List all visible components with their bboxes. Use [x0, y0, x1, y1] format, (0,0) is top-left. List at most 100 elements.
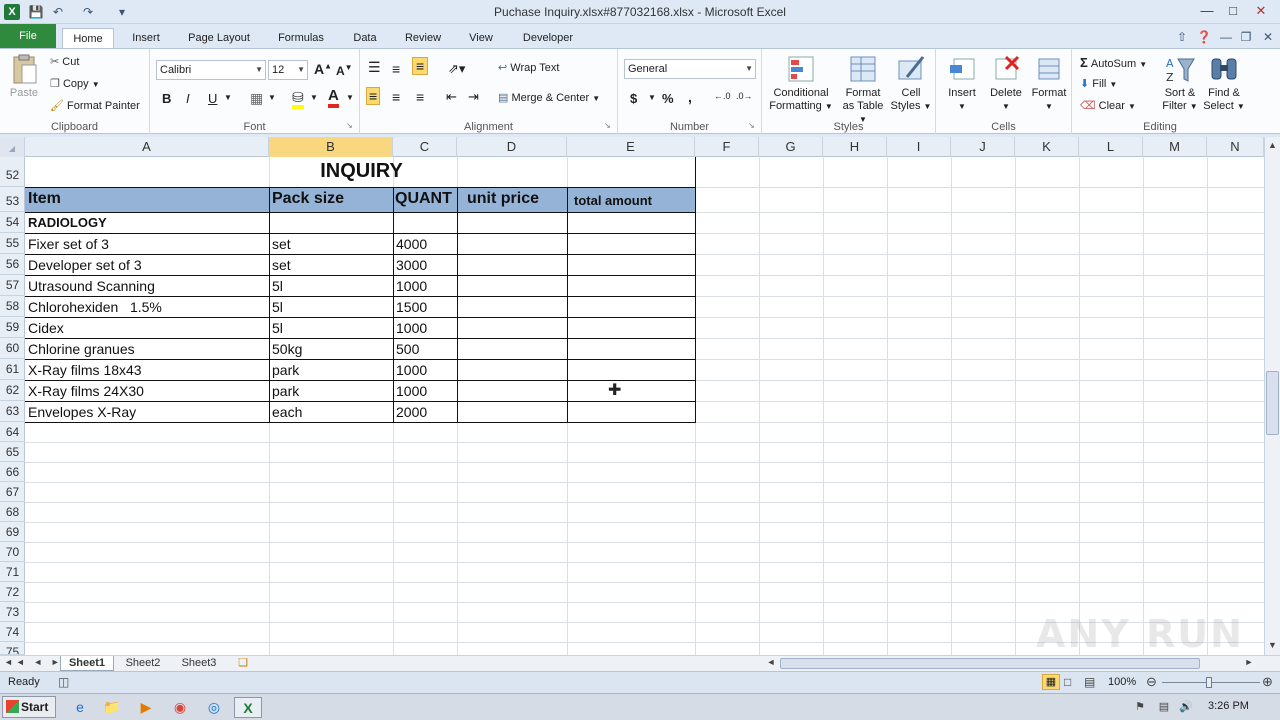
row-header[interactable]: 55 [0, 233, 25, 254]
worksheet-grid[interactable]: INQUIRY Item Pack size QUANT unit price … [25, 157, 1264, 655]
comma-button[interactable]: , [688, 89, 692, 105]
minimize-button[interactable]: — [1196, 2, 1218, 20]
column-header-m[interactable]: M [1143, 137, 1207, 157]
font-name-select[interactable]: Calibri ▼ [156, 60, 266, 80]
network-icon[interactable]: ▤ [1152, 697, 1176, 718]
column-header-c[interactable]: C [393, 137, 457, 157]
row-header[interactable]: 62 [0, 380, 25, 401]
chevron-down-icon[interactable]: ▼ [346, 93, 354, 102]
ie-icon[interactable]: e [68, 697, 92, 718]
quantity-cell[interactable]: 1000 [393, 362, 457, 378]
insert-sheet-icon[interactable]: ❏ [232, 656, 254, 671]
vertical-scroll-thumb[interactable] [1266, 371, 1279, 435]
italic-button[interactable]: I [186, 91, 190, 106]
conditional-formatting-button[interactable]: Conditional Formatting ▼ [766, 53, 836, 113]
tab-formulas[interactable]: Formulas [270, 28, 332, 48]
tab-home[interactable]: Home [62, 28, 114, 49]
tab-data[interactable]: Data [344, 28, 386, 48]
sheet-tab-2[interactable]: Sheet2 [118, 656, 168, 671]
column-header-f[interactable]: F [695, 137, 759, 157]
column-header-i[interactable]: I [887, 137, 951, 157]
tab-view[interactable]: View [460, 28, 502, 48]
currency-button[interactable]: $ [630, 91, 637, 106]
shrink-font-icon[interactable]: A▼ [336, 63, 353, 78]
paste-button[interactable]: Paste [6, 53, 42, 100]
decrease-decimal-icon[interactable]: .0→ [736, 91, 753, 101]
chevron-down-icon[interactable]: ▼ [648, 93, 656, 102]
quantity-cell[interactable]: 2000 [393, 404, 457, 420]
font-size-select[interactable]: 12 ▼ [268, 60, 308, 80]
pack-size-cell[interactable]: 50kg [269, 341, 393, 357]
merge-center-button[interactable]: ▤ Merge & Center ▼ [498, 91, 600, 104]
row-header[interactable]: 66 [0, 462, 25, 482]
header-cell-total-amount[interactable]: total amount [567, 193, 695, 208]
row-header[interactable]: 74 [0, 622, 25, 642]
wrap-text-button[interactable]: ↩ Wrap Text [498, 61, 559, 74]
row-header[interactable]: 57 [0, 275, 25, 296]
horizontal-scroll-thumb[interactable] [780, 658, 1200, 669]
row-header[interactable]: 71 [0, 562, 25, 582]
row-header[interactable]: 58 [0, 296, 25, 317]
item-cell[interactable]: Developer set of 3 [25, 257, 269, 273]
column-header-j[interactable]: J [951, 137, 1015, 157]
folder-icon[interactable]: 📁 [100, 697, 124, 718]
column-header-k[interactable]: K [1015, 137, 1079, 157]
page-break-view-icon[interactable]: ▤ [1084, 675, 1095, 689]
header-cell-item[interactable]: Item [25, 190, 269, 208]
scroll-right-icon[interactable]: ► [1242, 657, 1256, 670]
pack-size-cell[interactable]: 5l [269, 299, 393, 315]
flag-icon[interactable]: ⚑ [1128, 697, 1152, 718]
copy-button[interactable]: ❐ Copy ▼ [50, 77, 100, 90]
sort-filter-button[interactable]: AZ Sort & Filter ▼ [1158, 53, 1202, 113]
tab-file[interactable]: File [0, 24, 56, 48]
row-header[interactable]: 53 [0, 187, 25, 212]
workbook-restore-icon[interactable]: ❐ [1238, 29, 1254, 45]
workbook-minimize-icon[interactable]: — [1218, 29, 1234, 45]
align-left-icon[interactable]: ≡ [366, 87, 381, 105]
sheet-title-cell[interactable]: INQUIRY [25, 160, 695, 183]
cut-button[interactable]: ✂ Cut [50, 55, 79, 68]
zoom-in-icon[interactable]: ⊕ [1262, 674, 1273, 690]
scroll-left-icon[interactable]: ◄ [764, 657, 778, 670]
chrome-icon[interactable]: ◉ [168, 697, 192, 718]
header-cell-unit-price[interactable]: unit price [457, 190, 567, 208]
workbook-close-icon[interactable]: ✕ [1260, 29, 1276, 45]
item-cell[interactable]: Chlorine granues [25, 341, 269, 357]
column-header-a[interactable]: A [25, 137, 269, 157]
tab-insert[interactable]: Insert [124, 28, 168, 48]
row-header[interactable]: 60 [0, 338, 25, 359]
pack-size-cell[interactable]: set [269, 236, 393, 252]
macro-record-icon[interactable]: ◫ [58, 675, 69, 689]
align-middle-icon[interactable]: ≡ [392, 61, 400, 77]
quantity-cell[interactable]: 1000 [393, 278, 457, 294]
clear-button[interactable]: ⌫ Clear ▼ [1080, 99, 1136, 112]
bold-button[interactable]: B [162, 91, 171, 106]
page-layout-view-icon[interactable]: □ [1064, 675, 1071, 689]
find-select-button[interactable]: Find & Select ▼ [1202, 53, 1246, 113]
dialog-launcher-icon[interactable]: ↘ [748, 121, 755, 130]
normal-view-icon[interactable]: ▦ [1042, 674, 1060, 690]
volume-icon[interactable]: 🔊 [1174, 697, 1198, 718]
align-right-icon[interactable]: ≡ [416, 89, 424, 105]
scroll-up-icon[interactable]: ▲ [1266, 139, 1279, 152]
item-cell[interactable]: Fixer set of 3 [25, 236, 269, 252]
row-header[interactable]: 64 [0, 422, 25, 442]
quantity-cell[interactable]: 500 [393, 341, 457, 357]
align-top-icon[interactable]: ☰ [368, 59, 381, 76]
zoom-level[interactable]: 100% [1108, 676, 1136, 688]
orientation-icon[interactable]: ⇗▾ [448, 61, 465, 77]
row-header[interactable]: 68 [0, 502, 25, 522]
select-all-corner[interactable]: ◢ [0, 137, 25, 157]
pack-size-cell[interactable]: set [269, 257, 393, 273]
row-header[interactable]: 70 [0, 542, 25, 562]
row-header[interactable]: 59 [0, 317, 25, 338]
cell-styles-button[interactable]: Cell Styles ▼ [890, 53, 932, 113]
row-header[interactable]: 72 [0, 582, 25, 602]
row-header[interactable]: 69 [0, 522, 25, 542]
format-cells-button[interactable]: Format ▼ [1028, 53, 1070, 113]
borders-icon[interactable]: ▦ [250, 90, 263, 107]
autosum-button[interactable]: Σ AutoSum ▼ [1080, 55, 1147, 70]
sheet-tab-1[interactable]: Sheet1 [60, 656, 114, 671]
clock[interactable]: 3:26 PM [1208, 700, 1249, 712]
insert-cells-button[interactable]: Insert ▼ [940, 53, 984, 113]
